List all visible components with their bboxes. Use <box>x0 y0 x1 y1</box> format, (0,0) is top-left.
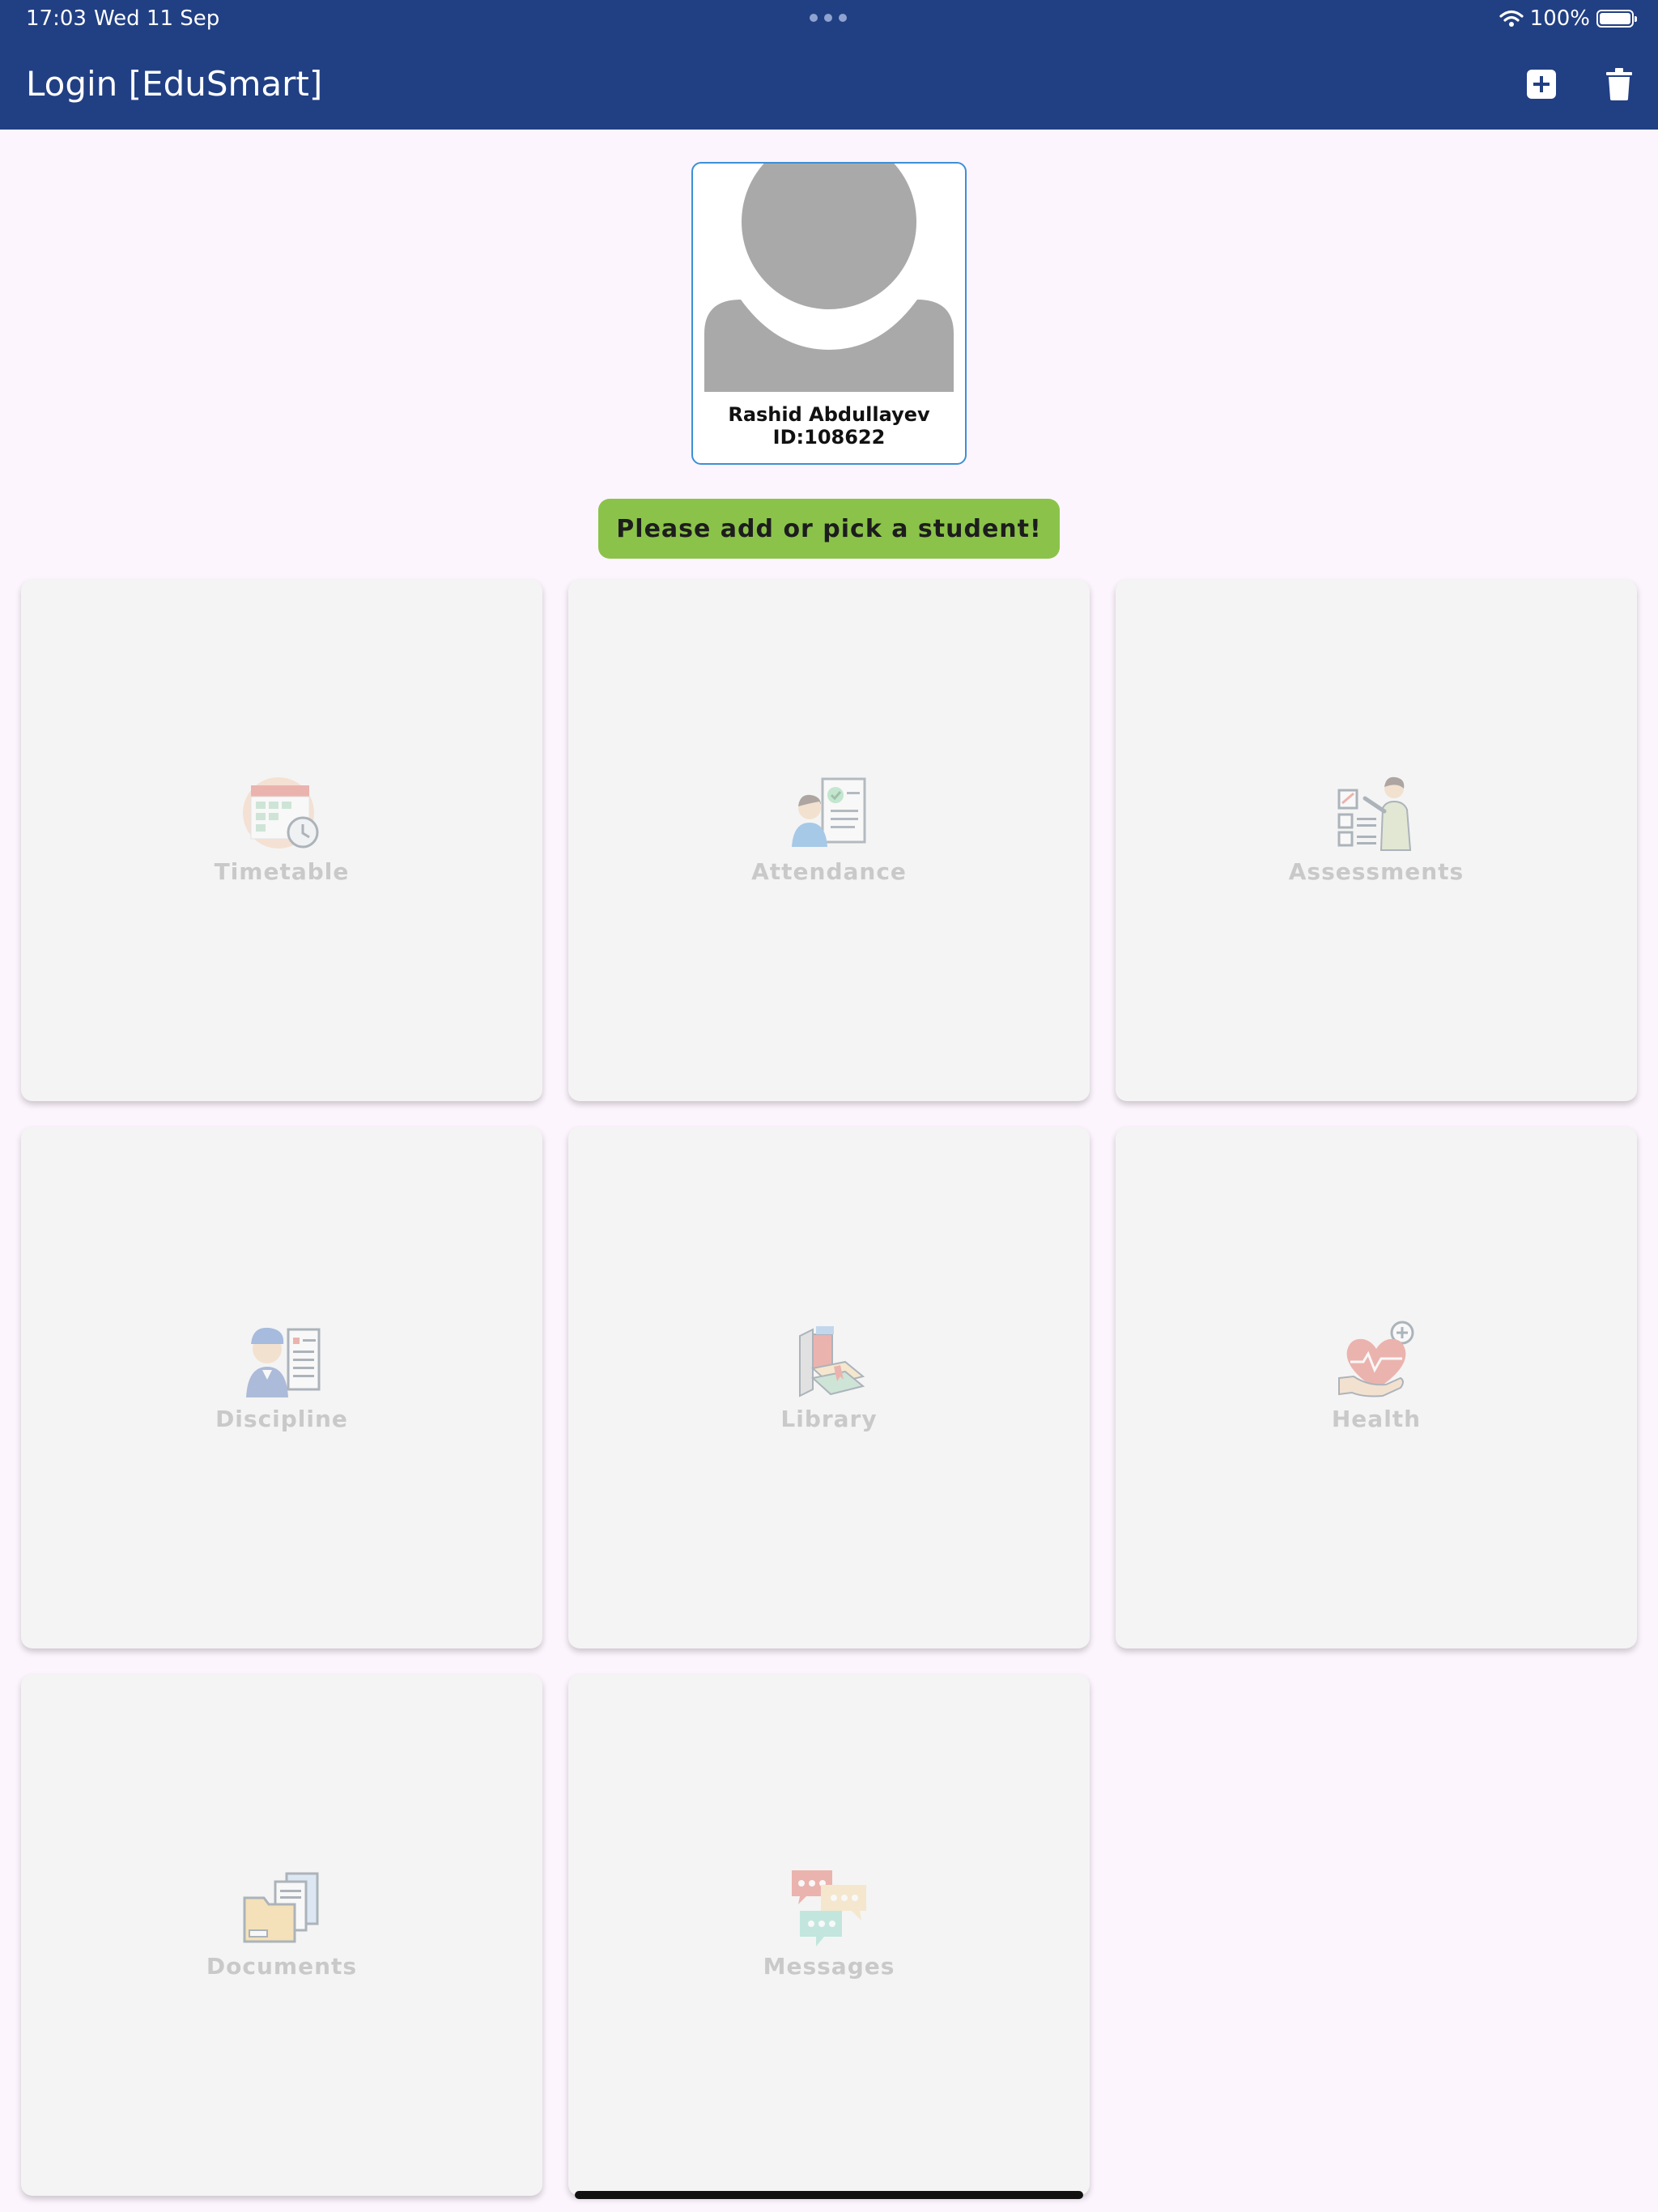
pick-student-notice: Please add or pick a student! <box>598 499 1060 559</box>
tile-label: Discipline <box>215 1406 348 1432</box>
battery-icon <box>1596 10 1637 28</box>
page-title: Login [EduSmart] <box>26 64 323 104</box>
messages-icon <box>792 1870 866 1946</box>
tile-label: Assessments <box>1288 858 1465 885</box>
tile-library[interactable]: Library <box>568 1127 1090 1648</box>
tile-label: Timetable <box>214 858 350 885</box>
student-card[interactable]: Rashid Abdullayev ID:108622 <box>691 162 967 465</box>
tile-label: Library <box>780 1406 878 1432</box>
wifi-icon <box>1499 10 1524 27</box>
assessments-icon <box>1337 776 1412 851</box>
tile-attendance[interactable]: Attendance <box>568 580 1090 1101</box>
status-date: Wed 11 Sep <box>94 6 220 31</box>
library-icon <box>799 1326 865 1397</box>
tile-timetable[interactable]: Timetable <box>21 580 542 1101</box>
add-student-button[interactable] <box>1522 65 1561 104</box>
status-time: 17:03 <box>26 6 87 31</box>
delete-student-button[interactable] <box>1600 65 1639 104</box>
plus-square-icon <box>1527 70 1556 99</box>
student-id: ID:108622 <box>772 426 886 449</box>
attendance-icon <box>792 777 866 847</box>
tile-assessments[interactable]: Assessments <box>1116 580 1637 1101</box>
health-icon <box>1338 1321 1414 1397</box>
battery-percent: 100% <box>1529 6 1590 31</box>
tile-label: Attendance <box>751 858 907 885</box>
multitasking-dots-icon[interactable] <box>810 14 847 22</box>
app-bar: 17:03 Wed 11 Sep 100% Login [EduSmart] <box>0 0 1658 130</box>
student-name: Rashid Abdullayev <box>728 403 930 426</box>
tile-messages[interactable]: Messages <box>568 1674 1090 2196</box>
trash-icon <box>1606 68 1632 100</box>
status-right: 100% <box>1499 6 1637 31</box>
tile-label: Messages <box>763 1953 895 1980</box>
tile-label: Documents <box>206 1953 358 1980</box>
discipline-icon <box>246 1327 321 1397</box>
tile-health[interactable]: Health <box>1116 1127 1637 1648</box>
documents-icon <box>243 1872 319 1943</box>
home-indicator[interactable] <box>575 2191 1083 2199</box>
tile-discipline[interactable]: Discipline <box>21 1127 542 1648</box>
tile-documents[interactable]: Documents <box>21 1674 542 2196</box>
timetable-icon <box>243 777 319 849</box>
tile-label: Health <box>1331 1406 1422 1432</box>
avatar-placeholder-icon <box>704 164 954 392</box>
